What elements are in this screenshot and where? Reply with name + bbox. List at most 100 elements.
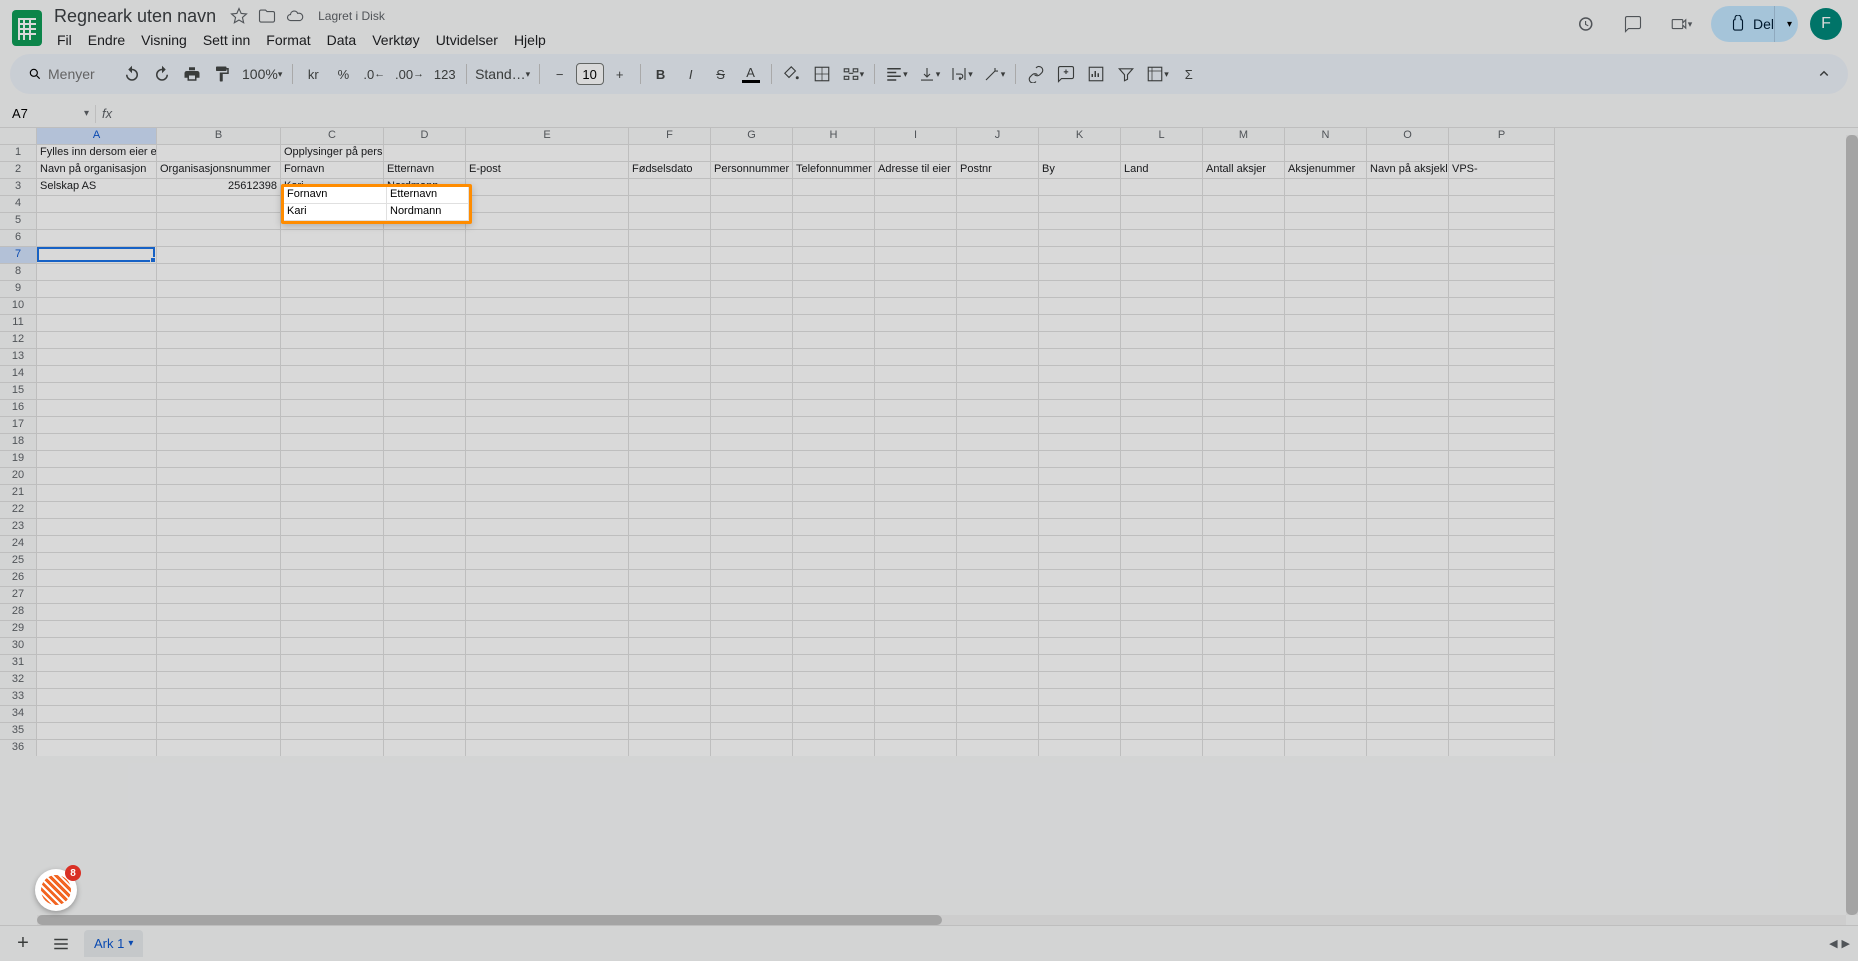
cell[interactable] xyxy=(384,383,466,400)
cell[interactable] xyxy=(466,298,629,315)
cell[interactable] xyxy=(1449,689,1555,706)
cell[interactable] xyxy=(1449,417,1555,434)
row-header[interactable]: 26 xyxy=(0,570,37,587)
cell[interactable] xyxy=(281,502,384,519)
cell[interactable] xyxy=(384,366,466,383)
cell[interactable] xyxy=(1203,519,1285,536)
cell[interactable] xyxy=(281,570,384,587)
cell[interactable] xyxy=(157,536,281,553)
cell[interactable] xyxy=(1039,638,1121,655)
cell[interactable] xyxy=(281,417,384,434)
cell[interactable] xyxy=(1367,638,1449,655)
cell[interactable] xyxy=(1449,485,1555,502)
cell[interactable] xyxy=(875,570,957,587)
cell[interactable] xyxy=(1449,434,1555,451)
insert-comment-icon[interactable] xyxy=(1052,60,1080,88)
cell[interactable] xyxy=(466,689,629,706)
cell[interactable] xyxy=(1203,689,1285,706)
cell[interactable] xyxy=(957,706,1039,723)
cell[interactable] xyxy=(793,553,875,570)
cell[interactable] xyxy=(384,434,466,451)
cell[interactable] xyxy=(875,213,957,230)
explore-nav-right-icon[interactable]: ▶ xyxy=(1842,937,1850,950)
cell[interactable] xyxy=(1285,536,1367,553)
cell[interactable] xyxy=(629,689,711,706)
cell[interactable] xyxy=(1285,553,1367,570)
fontsize-input[interactable] xyxy=(576,63,604,85)
cell[interactable] xyxy=(629,672,711,689)
insert-chart-icon[interactable] xyxy=(1082,60,1110,88)
sheet-area[interactable]: ABCDEFGHIJKLMNOP1Fylles inn dersom eier … xyxy=(0,128,1858,756)
cell[interactable] xyxy=(281,536,384,553)
cell[interactable] xyxy=(37,587,157,604)
cell[interactable] xyxy=(1285,366,1367,383)
cell[interactable] xyxy=(1203,502,1285,519)
cell[interactable] xyxy=(466,179,629,196)
cell[interactable] xyxy=(466,281,629,298)
cell[interactable] xyxy=(1039,536,1121,553)
cell[interactable] xyxy=(1449,264,1555,281)
cell[interactable] xyxy=(1039,179,1121,196)
cell[interactable] xyxy=(1121,366,1203,383)
cell[interactable] xyxy=(1203,281,1285,298)
cell[interactable] xyxy=(1203,417,1285,434)
cell[interactable] xyxy=(957,298,1039,315)
cell[interactable] xyxy=(1367,604,1449,621)
row-header[interactable]: 19 xyxy=(0,451,37,468)
cell[interactable] xyxy=(1449,740,1555,756)
row-header[interactable]: 12 xyxy=(0,332,37,349)
cell[interactable] xyxy=(37,366,157,383)
cell[interactable] xyxy=(793,655,875,672)
cell[interactable] xyxy=(384,689,466,706)
cell[interactable] xyxy=(1367,366,1449,383)
cell[interactable] xyxy=(875,383,957,400)
cell[interactable] xyxy=(957,604,1039,621)
cell[interactable] xyxy=(281,264,384,281)
cell[interactable] xyxy=(957,621,1039,638)
cell[interactable] xyxy=(1039,213,1121,230)
cell[interactable] xyxy=(957,366,1039,383)
cell[interactable] xyxy=(157,638,281,655)
cell[interactable] xyxy=(1449,349,1555,366)
cell[interactable] xyxy=(1449,281,1555,298)
cell[interactable] xyxy=(1449,553,1555,570)
cell[interactable] xyxy=(1203,179,1285,196)
cell[interactable] xyxy=(37,281,157,298)
cell[interactable] xyxy=(629,400,711,417)
cell[interactable] xyxy=(37,621,157,638)
cell[interactable] xyxy=(629,434,711,451)
cell[interactable] xyxy=(1449,655,1555,672)
paint-format-icon[interactable] xyxy=(208,60,236,88)
row-header[interactable]: 5 xyxy=(0,213,37,230)
cell[interactable] xyxy=(1203,366,1285,383)
cell[interactable] xyxy=(37,332,157,349)
row-header[interactable]: 13 xyxy=(0,349,37,366)
cell[interactable] xyxy=(466,145,629,162)
cell[interactable] xyxy=(384,587,466,604)
cell[interactable] xyxy=(37,247,157,264)
cell[interactable] xyxy=(711,604,793,621)
cell[interactable] xyxy=(37,519,157,536)
cell[interactable]: Telefonnummer xyxy=(793,162,875,179)
cell[interactable] xyxy=(957,536,1039,553)
cell[interactable] xyxy=(157,332,281,349)
cell[interactable] xyxy=(629,638,711,655)
cell[interactable] xyxy=(384,264,466,281)
cell[interactable] xyxy=(711,434,793,451)
cell[interactable] xyxy=(1121,451,1203,468)
cell[interactable] xyxy=(157,383,281,400)
cell[interactable] xyxy=(711,723,793,740)
cell[interactable] xyxy=(384,230,466,247)
cell[interactable] xyxy=(1121,213,1203,230)
menu-data[interactable]: Data xyxy=(320,28,364,52)
cell[interactable] xyxy=(1121,689,1203,706)
cell[interactable] xyxy=(1285,196,1367,213)
row-header[interactable]: 35 xyxy=(0,723,37,740)
row-header[interactable]: 28 xyxy=(0,604,37,621)
currency-button[interactable]: kr xyxy=(299,60,327,88)
cell[interactable] xyxy=(281,672,384,689)
cell[interactable] xyxy=(629,366,711,383)
cell[interactable] xyxy=(793,604,875,621)
cell[interactable] xyxy=(466,434,629,451)
cell[interactable] xyxy=(37,196,157,213)
